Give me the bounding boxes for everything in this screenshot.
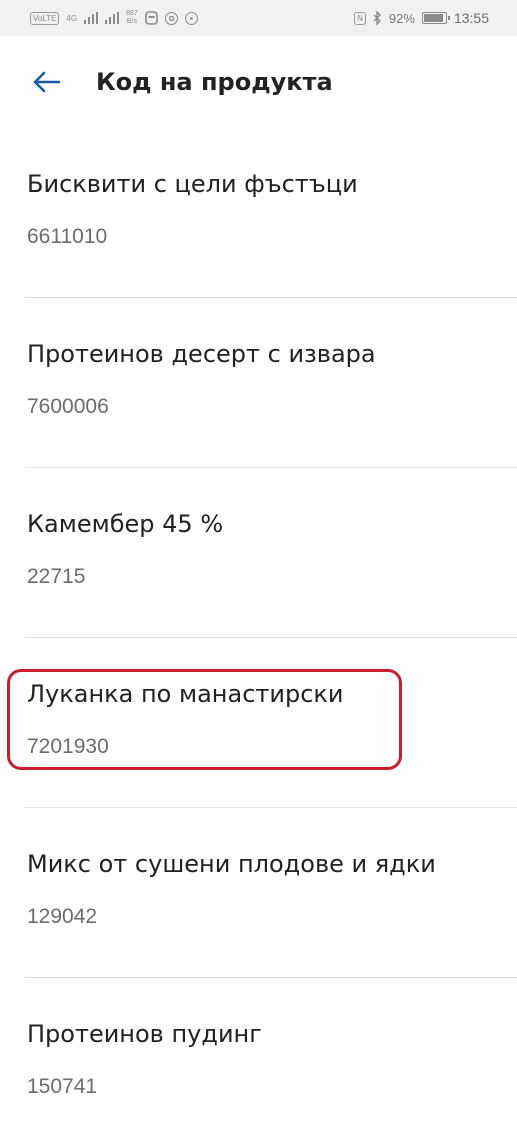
highlight-annotation: [7, 669, 402, 770]
product-list: Бисквити с цели фъстъци 6611010 Протеино…: [0, 128, 517, 1148]
product-item[interactable]: Камембер 45 % 22715: [0, 468, 517, 638]
dot-circle-icon: [184, 11, 198, 25]
network-type: 4G: [66, 13, 78, 23]
battery-icon: [421, 12, 450, 24]
product-item[interactable]: Протеинов пудинг 150741: [0, 978, 517, 1148]
sync-icon: [164, 11, 178, 25]
network-speed-value: 887: [126, 10, 138, 17]
status-bar-left: VoLTE 4G 887 B/s: [30, 10, 198, 26]
signal-icon-2: [105, 12, 120, 24]
bluetooth-icon: [373, 11, 381, 25]
product-code: 7600006: [27, 395, 109, 418]
status-bar: VoLTE 4G 887 B/s N 92% 13:55: [0, 0, 517, 36]
product-code: 129042: [27, 905, 98, 928]
product-item[interactable]: Бисквити с цели фъстъци 6611010: [0, 128, 517, 298]
battery-percent: 92%: [388, 10, 415, 26]
app-bar: Код на продукта: [0, 36, 517, 128]
signal-icon: [84, 12, 99, 24]
product-code: 22715: [27, 565, 86, 588]
product-code: 6611010: [27, 225, 108, 248]
product-name: Микс от сушени плодове и ядки: [27, 850, 436, 878]
product-code: 150741: [27, 1075, 98, 1098]
status-bar-right: N 92% 13:55: [354, 10, 489, 26]
clock: 13:55: [453, 10, 489, 26]
app-notification-icon: [144, 11, 158, 25]
product-item[interactable]: Протеинов десерт с извара 7600006: [0, 298, 517, 468]
product-name: Бисквити с цели фъстъци: [27, 170, 358, 198]
battery-level: [423, 14, 444, 22]
network-speed: 887 B/s: [126, 10, 138, 26]
arrow-left-icon: [33, 71, 61, 93]
volte-badge: VoLTE: [30, 11, 60, 25]
page-title: Код на продукта: [96, 68, 333, 96]
nfc-icon: N: [354, 11, 366, 25]
product-item[interactable]: Микс от сушени плодове и ядки 129042: [0, 808, 517, 978]
back-button[interactable]: [26, 66, 66, 98]
network-speed-unit: B/s: [126, 18, 137, 25]
product-name: Протеинов десерт с извара: [27, 340, 376, 368]
product-name: Камембер 45 %: [27, 510, 224, 538]
product-name: Протеинов пудинг: [27, 1020, 262, 1048]
